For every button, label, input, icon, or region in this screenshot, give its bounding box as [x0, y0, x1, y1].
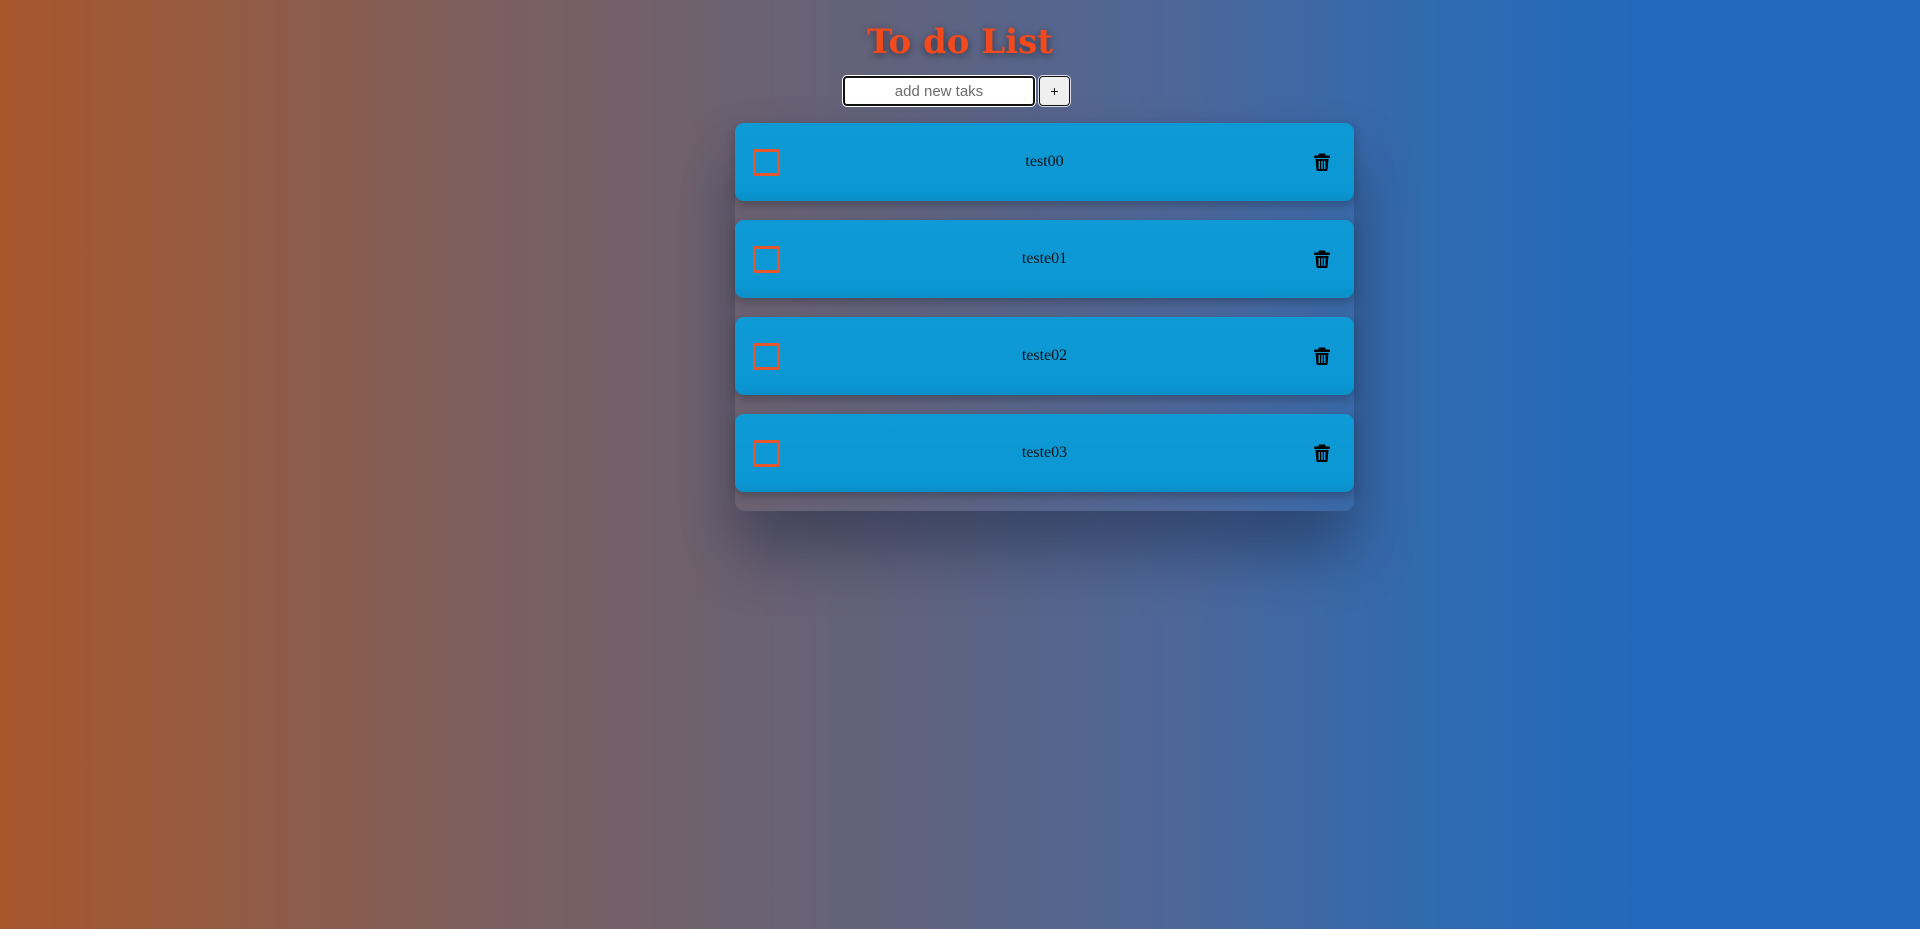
task-text: teste01 — [1021, 250, 1068, 267]
todo-app: To do List + test00 teste01 — [0, 0, 1920, 929]
task-item: test00 — [735, 123, 1354, 201]
trash-icon[interactable] — [1314, 444, 1330, 462]
trash-icon[interactable] — [1314, 347, 1330, 365]
add-task-form: + — [842, 75, 1070, 107]
task-text: teste02 — [1021, 347, 1068, 364]
task-text: teste03 — [1021, 444, 1068, 461]
task-text: test00 — [1025, 153, 1064, 170]
task-item: teste03 — [735, 414, 1354, 492]
task-list: test00 teste01 teste02 teste03 — [735, 123, 1354, 511]
task-item: teste01 — [735, 220, 1354, 298]
new-task-input[interactable] — [842, 75, 1036, 107]
page-title: To do List — [867, 22, 1053, 62]
trash-icon[interactable] — [1314, 153, 1330, 171]
trash-icon[interactable] — [1314, 250, 1330, 268]
task-item: teste02 — [735, 317, 1354, 395]
add-task-button[interactable]: + — [1039, 76, 1070, 106]
